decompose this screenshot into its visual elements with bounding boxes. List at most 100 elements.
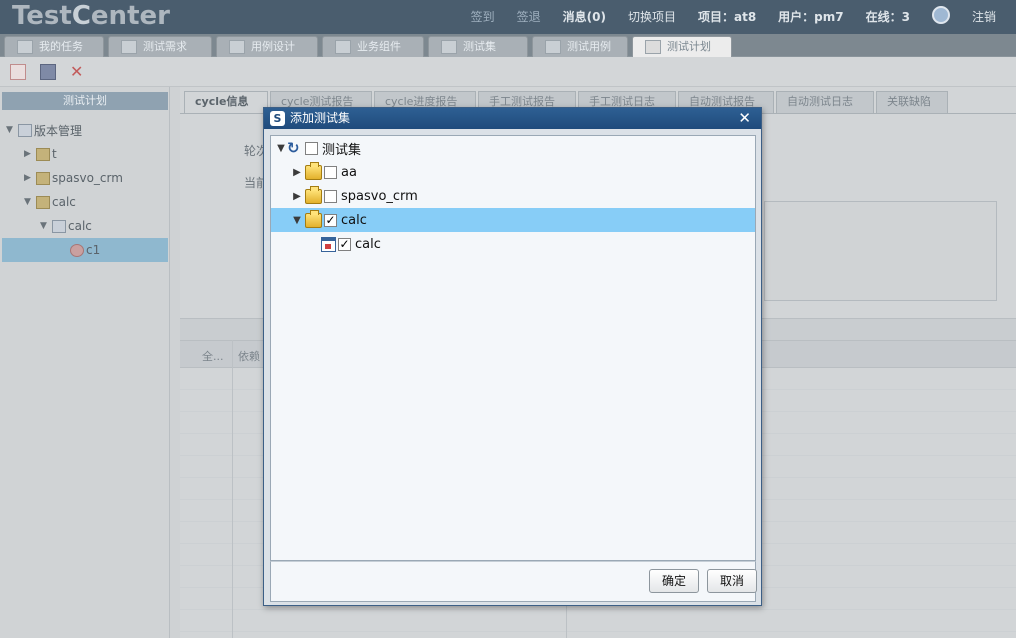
folder-icon <box>305 161 322 180</box>
tree-item[interactable]: ▶ spasvo_crm <box>24 168 123 188</box>
expand-arrow-icon[interactable]: ▼ <box>6 125 16 135</box>
switch-project-link[interactable]: 切换项目 <box>628 8 676 25</box>
tree-label: 测试集 <box>322 142 362 158</box>
plan-icon <box>52 219 66 233</box>
tab-my-tasks[interactable]: 我的任务 <box>4 36 104 57</box>
close-icon[interactable]: ✕ <box>738 109 751 128</box>
save-icon[interactable] <box>40 64 56 80</box>
tab-test-plan[interactable]: 测试计划 <box>632 36 732 57</box>
tree-node-selected[interactable]: ▼ ✓ calc <box>271 208 755 232</box>
expand-arrow-icon[interactable]: ▼ <box>291 215 303 226</box>
tab-auto-test-log[interactable]: 自动测试日志 <box>776 91 874 113</box>
user-label: 用户：pm7 <box>778 10 844 24</box>
tree-label: t <box>52 147 57 161</box>
column-header-dependency[interactable]: 依赖 <box>238 348 260 364</box>
tree-label: calc <box>355 236 381 252</box>
description-box[interactable] <box>764 201 997 301</box>
tasks-icon <box>17 40 33 54</box>
test-set-icon <box>321 236 336 252</box>
folder-icon <box>305 185 322 204</box>
test-set-root-icon: ↻ <box>287 139 300 157</box>
test-plan-icon <box>645 40 661 54</box>
expand-arrow-icon[interactable]: ▼ <box>24 197 34 207</box>
app-header: TestCenter 签到 签退 消息(0) 切换项目 项目：at8 用户：pm… <box>0 0 1016 34</box>
dialog-footer: 确定 取消 <box>270 561 757 602</box>
tab-linked-defects[interactable]: 关联缺陷 <box>876 91 948 113</box>
column-header-all[interactable]: 全... <box>202 348 224 364</box>
logo-text-prefix: Test <box>12 1 72 31</box>
collapse-arrow-icon[interactable]: ▶ <box>291 191 303 202</box>
app-icon: S <box>270 111 285 126</box>
panel-splitter[interactable] <box>170 87 180 638</box>
left-panel-title: 测试计划 <box>2 92 168 110</box>
folder-icon <box>36 147 50 161</box>
tree-item[interactable]: c1 <box>70 240 100 260</box>
sign-in-link[interactable]: 签到 <box>471 8 495 25</box>
test-set-tree: ▼ ↻ 测试集 ▶ aa ▶ spasvo_crm ▼ ✓ calc ✓ cal… <box>270 135 756 561</box>
logo-text-suffix: enter <box>90 1 170 31</box>
cancel-button[interactable]: 取消 <box>707 569 757 593</box>
dialog-title: 添加测试集 <box>290 111 351 125</box>
tree-node[interactable]: ▶ aa <box>271 160 755 184</box>
folder-icon <box>36 195 50 209</box>
tab-cycle-info[interactable]: cycle信息 <box>184 91 268 113</box>
tree-item[interactable]: ▼ calc <box>24 192 76 212</box>
top-links: 签到 签退 消息(0) 切换项目 项目：at8 用户：pm7 在线：3 注销 <box>471 6 996 25</box>
tree-item[interactable]: ▶ t <box>24 144 57 164</box>
collapse-arrow-icon[interactable]: ▶ <box>24 173 34 183</box>
tree-label: spasvo_crm <box>341 188 418 204</box>
tab-label: 测试需求 <box>143 40 187 53</box>
tree-label: 版本管理 <box>34 123 83 138</box>
tree-checkbox[interactable] <box>324 189 337 203</box>
online-label: 在线：3 <box>865 10 910 24</box>
tab-test-cases[interactable]: 测试用例 <box>532 36 628 57</box>
tab-label: 用例设计 <box>251 40 295 53</box>
toolbar: ✕ <box>0 57 1016 87</box>
tree-checkbox-checked[interactable]: ✓ <box>338 237 351 251</box>
ok-button[interactable]: 确定 <box>649 569 699 593</box>
add-test-set-dialog: S 添加测试集 ✕ ▼ ↻ 测试集 ▶ aa ▶ spasvo_crm ▼ ✓ … <box>263 107 762 606</box>
logo-text-c: C <box>71 1 91 31</box>
version-root-icon <box>18 123 32 137</box>
dialog-title-bar: S 添加测试集 ✕ <box>264 108 761 129</box>
tab-label: 我的任务 <box>39 40 83 53</box>
tree-label: calc <box>68 219 92 233</box>
tab-test-sets[interactable]: 测试集 <box>428 36 528 57</box>
tree-root[interactable]: ▼ 版本管理 <box>6 120 82 140</box>
tree-checkbox-checked[interactable]: ✓ <box>324 213 337 227</box>
test-case-icon <box>545 40 561 54</box>
expand-arrow-icon[interactable]: ▼ <box>40 221 50 231</box>
tab-case-design[interactable]: 用例设计 <box>216 36 318 57</box>
tree-label: spasvo_crm <box>52 171 123 185</box>
tab-label: 测试集 <box>463 40 496 53</box>
logout-link[interactable]: 注销 <box>972 8 996 25</box>
left-panel: 测试计划 ▼ 版本管理 ▶ t ▶ spasvo_crm ▼ calc ▼ ca… <box>0 87 170 638</box>
collapse-arrow-icon[interactable]: ▶ <box>291 167 303 178</box>
tree-node[interactable]: ✓ calc <box>271 232 755 256</box>
cycle-icon <box>70 243 84 257</box>
tree-node-root[interactable]: ▼ ↻ 测试集 <box>271 136 755 160</box>
folder-icon <box>305 209 322 228</box>
collapse-arrow-icon[interactable]: ▶ <box>24 149 34 159</box>
tree-checkbox[interactable] <box>324 165 337 179</box>
user-avatar-icon[interactable] <box>931 6 950 24</box>
project-label: 项目：at8 <box>697 10 757 24</box>
tree-label: calc <box>341 212 367 228</box>
tree-label: aa <box>341 164 357 180</box>
grid-column-divider <box>232 340 233 638</box>
components-icon <box>335 40 351 54</box>
requirements-icon <box>121 40 137 54</box>
tree-checkbox[interactable] <box>305 141 318 155</box>
sign-out-link[interactable]: 签退 <box>517 8 541 25</box>
tree-node[interactable]: ▶ spasvo_crm <box>271 184 755 208</box>
close-icon[interactable]: ✕ <box>70 64 86 80</box>
tree-label: c1 <box>86 243 101 257</box>
folder-icon <box>36 171 50 185</box>
messages-link[interactable]: 消息(0) <box>563 8 606 25</box>
app-logo: TestCenter <box>12 1 170 31</box>
tab-test-requirements[interactable]: 测试需求 <box>108 36 212 57</box>
delete-icon[interactable] <box>10 64 26 80</box>
expand-arrow-icon[interactable]: ▼ <box>275 143 287 154</box>
tree-item[interactable]: ▼ calc <box>40 216 92 236</box>
tab-business-components[interactable]: 业务组件 <box>322 36 424 57</box>
